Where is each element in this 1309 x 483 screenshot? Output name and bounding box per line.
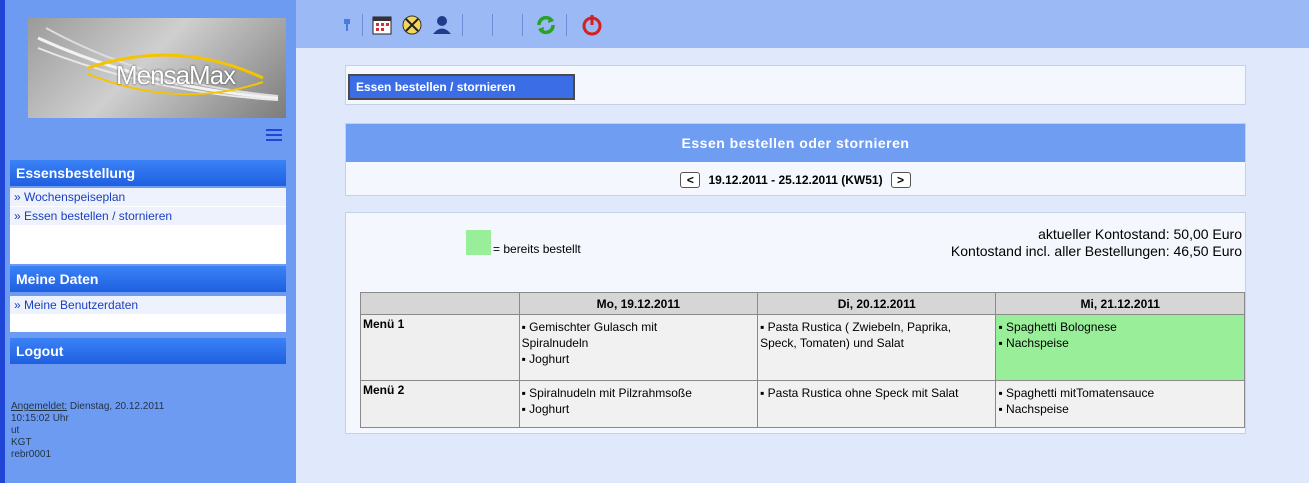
essensbestellung-links: » Wochenspeiseplan » Essen bestellen / s… (10, 188, 286, 264)
login-label: Angemeldet: (11, 401, 68, 412)
toolbar (296, 0, 1309, 48)
dish: ▪ Nachspeise (998, 336, 1069, 350)
table-row: Menü 2 ▪ Spiralnudeln mit Pilzrahmsoße ▪… (360, 380, 1245, 428)
tab-bar: Essen bestellen / stornieren (345, 65, 1246, 105)
toolbar-divider (492, 14, 493, 36)
mensamax-logo[interactable]: MensaMax (28, 18, 286, 118)
power-icon[interactable] (580, 14, 604, 36)
dish: ▪ Pasta Rustica ( Zwiebeln, Paprika, (760, 320, 952, 334)
login-datetime: Dienstag, 20.12.2011 (67, 401, 165, 412)
page-title: Essen bestellen oder stornieren (346, 124, 1245, 162)
calendar-icon[interactable] (370, 14, 394, 36)
cutlery-icon[interactable] (400, 14, 424, 36)
day-header: Mi, 21.12.2011 (995, 292, 1245, 315)
dish: ▪ Spiralnudeln mit Pilzrahmsoße (521, 386, 692, 400)
dish: ▪ Nachspeise (998, 402, 1069, 416)
table-row: Menü 1 ▪ Gemischter Gulasch mit Spiralnu… (360, 314, 1245, 381)
week-range: 19.12.2011 - 25.12.2011 (KW51) (708, 173, 883, 187)
order-header: Essen bestellen oder stornieren < 19.12.… (345, 123, 1246, 196)
refresh-icon[interactable] (534, 14, 558, 36)
menu-cell-ordered[interactable]: ▪ Spaghetti Bolognese ▪ Nachspeise (995, 314, 1245, 381)
dish: ▪ Gemischter Gulasch mit (521, 320, 658, 334)
link-essen-bestellen[interactable]: » Essen bestellen / stornieren (10, 207, 286, 226)
menu-table: Mo, 19.12.2011 Di, 20.12.2011 Mi, 21.12.… (360, 292, 1245, 428)
login-line4: KGT (11, 437, 32, 448)
dish: ▪ Joghurt (521, 402, 570, 416)
login-line3: ut (11, 425, 20, 436)
current-balance: aktueller Kontostand: 50,00 Euro (1038, 226, 1242, 242)
menu-panel: = bereits bestellt aktueller Kontostand:… (345, 212, 1246, 434)
toolbar-divider (566, 14, 567, 36)
section-essensbestellung[interactable]: Essensbestellung (10, 160, 286, 186)
table-header-row: Mo, 19.12.2011 Di, 20.12.2011 Mi, 21.12.… (360, 292, 1245, 315)
dish: ▪ Joghurt (521, 352, 570, 366)
next-week-button[interactable]: > (890, 172, 911, 188)
dish: ▪ Spaghetti Bolognese (998, 320, 1117, 334)
menu-cell[interactable]: ▪ Spaghetti mitTomatensauce ▪ Nachspeise (995, 380, 1245, 428)
login-user: rebr0001 (11, 449, 52, 460)
link-wochenspeiseplan[interactable]: » Wochenspeiseplan (10, 188, 286, 207)
login-info: Angemeldet: Dienstag, 20.12.2011 10:15:0… (11, 401, 164, 461)
menu-cell[interactable]: ▪ Gemischter Gulasch mit Spiralnudeln ▪ … (518, 314, 759, 381)
toolbar-divider (362, 14, 363, 36)
menu-name: Menü 2 (360, 380, 520, 428)
menu-name: Menü 1 (360, 314, 520, 381)
login-time: 10:15:02 Uhr (11, 413, 69, 424)
legend-swatch (466, 230, 491, 255)
user-icon[interactable] (430, 14, 454, 36)
link-meine-benutzerdaten[interactable]: » Meine Benutzerdaten (10, 296, 286, 315)
toolbar-divider (462, 14, 463, 36)
dish: ▪ Spaghetti mitTomatensauce (998, 386, 1155, 400)
logout-button[interactable]: Logout (10, 338, 286, 364)
corner-cell (360, 292, 520, 315)
sidebar: MensaMax Essensbestellung » Wochenspeise… (0, 0, 296, 483)
menu-cell[interactable]: ▪ Spiralnudeln mit Pilzrahmsoße ▪ Joghur… (518, 380, 759, 428)
day-header: Di, 20.12.2011 (757, 292, 997, 315)
tab-essen-bestellen[interactable]: Essen bestellen / stornieren (348, 74, 575, 100)
dish: ▪ Pasta Rustica ohne Speck mit Salat (760, 386, 959, 400)
day-header: Mo, 19.12.2011 (518, 292, 759, 315)
section-meine-daten[interactable]: Meine Daten (10, 266, 286, 292)
menu-cell[interactable]: ▪ Pasta Rustica ohne Speck mit Salat (757, 380, 997, 428)
dish: Spiralnudeln (521, 336, 589, 350)
week-navigation: < 19.12.2011 - 25.12.2011 (KW51) > (346, 170, 1245, 190)
legend-text: = bereits bestellt (493, 242, 581, 256)
pin-icon[interactable] (340, 14, 354, 36)
toolbar-divider (522, 14, 523, 36)
account-balance: aktueller Kontostand: 50,00 Euro Kontost… (951, 226, 1242, 260)
balance-incl-orders: Kontostand incl. aller Bestellungen: 46,… (950, 243, 1242, 259)
logo-text: MensaMax (116, 60, 236, 90)
hamburger-menu-icon[interactable] (266, 129, 282, 141)
dish: Speck, Tomaten) und Salat (760, 336, 904, 350)
menu-cell[interactable]: ▪ Pasta Rustica ( Zwiebeln, Paprika, Spe… (757, 314, 997, 381)
prev-week-button[interactable]: < (680, 172, 701, 188)
meine-daten-links: » Meine Benutzerdaten (10, 296, 286, 332)
